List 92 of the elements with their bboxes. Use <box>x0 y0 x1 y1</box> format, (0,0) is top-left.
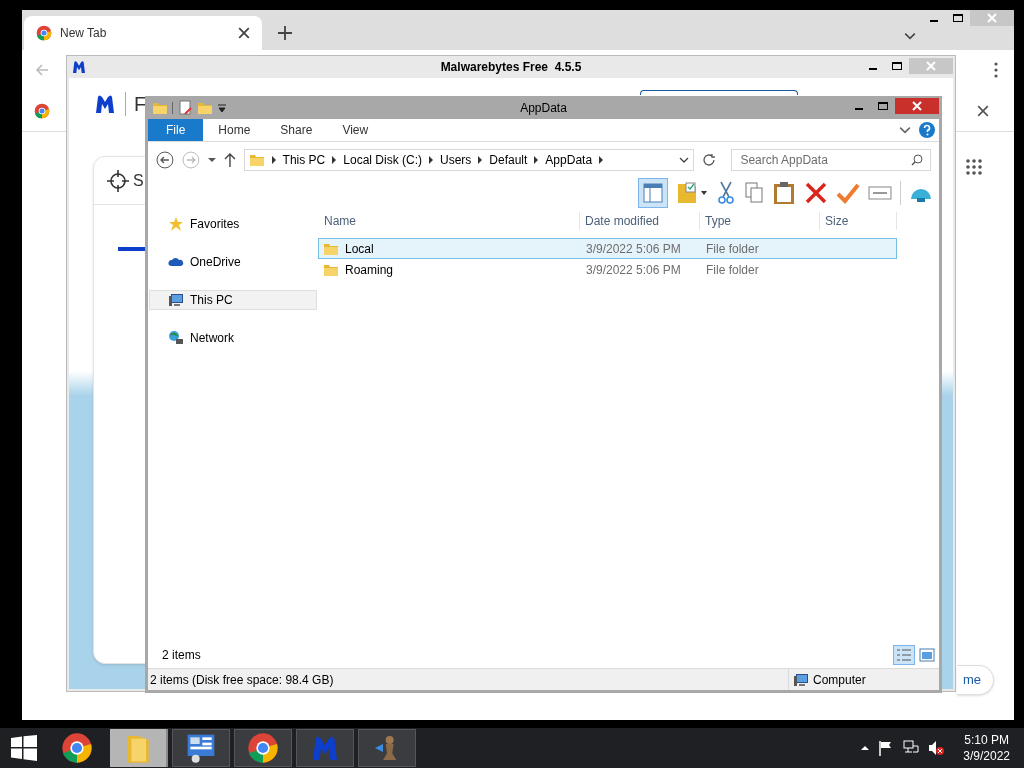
column-header[interactable]: Type <box>700 212 820 230</box>
separator-icon[interactable] <box>270 156 277 164</box>
ribbon-tab[interactable]: Share <box>265 119 328 141</box>
date-cell-text: 3/9/2022 5:06 PM <box>585 240 682 258</box>
dropdown-icon[interactable] <box>217 102 227 113</box>
nav-item[interactable]: OneDrive <box>149 252 317 272</box>
separator-icon[interactable] <box>331 156 338 164</box>
clipboard-icon[interactable] <box>772 181 796 205</box>
help-icon[interactable] <box>919 122 935 138</box>
chrome-icon <box>247 732 279 764</box>
type-cell-text: File folder <box>705 261 760 279</box>
type-cell-text: File folder <box>705 240 760 258</box>
scissors-icon[interactable] <box>716 181 736 205</box>
chrome-icon <box>61 732 93 764</box>
brand-name: F <box>134 92 147 116</box>
close-icon <box>912 101 922 111</box>
show-hidden-icons[interactable] <box>861 744 870 752</box>
close-icon <box>987 13 997 23</box>
window-title: Malwarebytes Free 4.5.5 <box>440 59 582 76</box>
thumbnail-view-icon[interactable] <box>919 648 935 662</box>
close-icon <box>926 61 936 71</box>
bookmark-chrome-icon <box>34 102 50 119</box>
status-location: Computer <box>813 671 866 689</box>
folder-options-icon[interactable] <box>676 181 708 205</box>
computer-icon <box>168 292 184 308</box>
status-text: 2 items (Disk free space: 98.4 GB) <box>149 671 335 689</box>
file-name: Local <box>345 240 374 258</box>
crosshair-icon <box>106 168 130 193</box>
clock-time[interactable]: 5:10 PM <box>964 732 1009 748</box>
browser-tab[interactable]: New Tab <box>24 16 262 50</box>
clock-date[interactable]: 3/9/2022 <box>963 748 1010 764</box>
window-title: AppData <box>520 99 567 117</box>
close-button[interactable] <box>895 98 939 114</box>
tab-underline <box>118 247 146 251</box>
file-row[interactable]: Local 3/9/2022 5:06 PM File folder <box>318 238 897 259</box>
separator-icon[interactable] <box>477 156 484 164</box>
nav-item[interactable]: This PC <box>149 290 317 310</box>
checkmark-icon[interactable] <box>836 181 860 205</box>
search-field[interactable]: Search AppData <box>731 149 931 171</box>
ribbon-tab[interactable]: Home <box>203 119 266 141</box>
taskbar-app[interactable] <box>234 729 292 767</box>
control-panel-icon <box>185 732 217 764</box>
column-header[interactable]: Name <box>318 212 580 230</box>
breadcrumb-item[interactable]: AppData <box>545 151 593 169</box>
up-arrow-icon[interactable] <box>223 153 236 167</box>
column-header[interactable]: Size <box>820 212 897 230</box>
star-icon <box>168 216 184 232</box>
recent-dropdown-icon[interactable] <box>207 156 216 164</box>
breadcrumb-item[interactable]: Local Disk (C:) <box>343 151 422 169</box>
separator-icon[interactable] <box>533 156 540 164</box>
refresh-icon[interactable] <box>701 153 716 167</box>
separator-icon[interactable] <box>428 156 434 164</box>
file-name: Roaming <box>345 261 394 279</box>
nav-item[interactable]: Favorites <box>149 214 317 234</box>
preview-pane-button[interactable] <box>638 178 668 208</box>
date-cell-text: 3/9/2022 5:06 PM <box>585 261 682 279</box>
page-button[interactable]: me <box>957 665 994 695</box>
back-icon[interactable] <box>156 151 174 169</box>
close-icon[interactable] <box>977 104 989 117</box>
properties-icon[interactable] <box>177 99 193 116</box>
chevron-down-icon[interactable] <box>678 155 689 165</box>
tab-title: New Tab <box>60 25 108 42</box>
computer-icon <box>793 671 809 688</box>
close-icon[interactable] <box>238 27 250 39</box>
column-header[interactable]: Date modified <box>580 212 700 230</box>
breadcrumb-item[interactable]: Default <box>489 151 528 169</box>
network-icon <box>168 330 184 346</box>
menu-icon[interactable] <box>994 62 998 78</box>
start-button[interactable] <box>11 735 37 761</box>
network-icon[interactable] <box>903 740 920 756</box>
app-logo <box>71 59 87 75</box>
separator-icon[interactable] <box>598 156 605 164</box>
search-icon <box>911 154 923 166</box>
muted-speaker-icon[interactable] <box>928 740 945 756</box>
apps-grid-icon[interactable] <box>966 159 982 175</box>
ribbon-tab[interactable]: File <box>148 119 204 141</box>
ribbon-tab[interactable]: View <box>327 119 384 141</box>
taskbar-app[interactable] <box>172 729 230 767</box>
item-count: 2 items <box>162 647 201 664</box>
folder-icon <box>248 152 265 168</box>
address-bar[interactable]: This PC Local Disk (C:) Users Default AppData <box>243 149 694 171</box>
card-title: S <box>133 170 144 191</box>
new-tab-icon[interactable] <box>278 26 292 40</box>
chevron-down-icon[interactable] <box>899 124 911 136</box>
delete-icon[interactable] <box>804 181 828 205</box>
breadcrumb-item[interactable]: This PC <box>282 151 326 169</box>
copy-icon[interactable] <box>744 181 764 205</box>
file-row[interactable]: Roaming 3/9/2022 5:06 PM File folder <box>318 259 897 280</box>
nav-item[interactable]: Network <box>149 328 317 348</box>
chevron-down-icon[interactable] <box>904 30 916 42</box>
tab-icon <box>36 25 52 41</box>
breadcrumb-item[interactable]: Users <box>440 151 472 169</box>
